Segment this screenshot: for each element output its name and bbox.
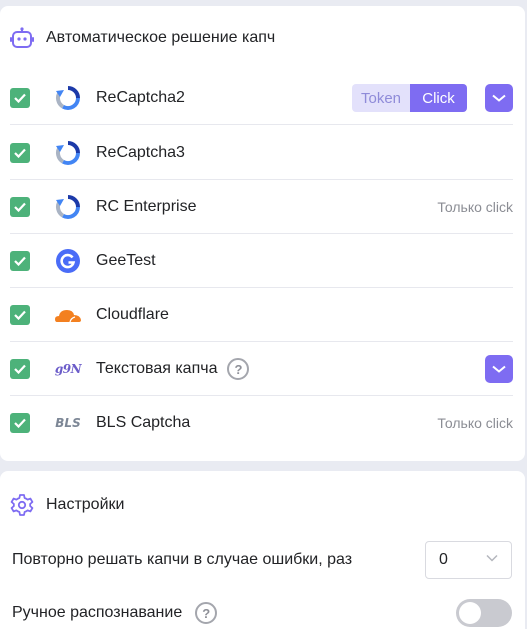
rc-enterprise-checkbox[interactable] (10, 197, 30, 217)
recaptcha-icon (54, 139, 82, 167)
help-icon[interactable]: ? (195, 602, 218, 624)
only-click-note: Только click (437, 415, 513, 431)
chevron-down-icon (492, 365, 506, 373)
captcha-name: Cloudflare (96, 306, 169, 323)
captcha-row-rc-enterprise: RC Enterprise Только click (10, 180, 513, 234)
retry-count-value: 0 (439, 551, 448, 568)
toggle-knob (459, 602, 481, 624)
cloudflare-checkbox[interactable] (10, 305, 30, 325)
geetest-checkbox[interactable] (10, 251, 30, 271)
captcha-row-text-captcha: g9N Текстовая капча ? (10, 342, 513, 396)
bls-icon: BLS (55, 416, 81, 430)
bls-checkbox[interactable] (10, 413, 30, 433)
recaptcha-icon (54, 193, 82, 221)
retry-label: Повторно решать капчи в случае ошибки, р… (12, 551, 353, 568)
expand-button[interactable] (485, 84, 513, 112)
settings-header: Настройки (10, 493, 124, 517)
auto-captcha-title: Автоматическое решение капч (46, 29, 276, 46)
settings-card: Настройки Повторно решать капчи в случае… (0, 471, 525, 629)
geetest-icon (54, 247, 82, 275)
captcha-name: Текстовая капча (96, 360, 218, 377)
captcha-row-cloudflare: Cloudflare (10, 288, 513, 342)
captcha-row-recaptcha3: ReCaptcha3 (10, 126, 513, 180)
recaptcha-icon (54, 84, 82, 112)
recaptcha2-checkbox[interactable] (10, 88, 30, 108)
manual-label: Ручное распознавание (12, 604, 183, 621)
chevron-down-icon (486, 554, 498, 562)
manual-recognition-toggle[interactable] (456, 599, 512, 627)
only-click-note: Только click (437, 199, 513, 215)
captcha-name: ReCaptcha2 (96, 89, 185, 106)
robot-icon (10, 26, 36, 50)
retry-setting: Повторно решать капчи в случае ошибки, р… (12, 541, 512, 579)
captcha-name: BLS Captcha (96, 414, 191, 431)
text-captcha-checkbox[interactable] (10, 359, 30, 379)
expand-button[interactable] (485, 355, 513, 383)
captcha-row-bls: BLS BLS Captcha Только click (10, 396, 513, 450)
auto-captcha-header: Автоматическое решение капч (10, 26, 275, 50)
captcha-row-recaptcha2: ReCaptcha2 Token Click (10, 71, 513, 125)
captcha-name: RC Enterprise (96, 198, 197, 215)
help-icon[interactable]: ? (227, 358, 250, 380)
captcha-row-geetest: GeeTest (10, 234, 513, 288)
recaptcha3-checkbox[interactable] (10, 143, 30, 163)
captcha-name: GeeTest (96, 252, 156, 269)
cloudflare-icon (54, 301, 82, 329)
captcha-name: ReCaptcha3 (96, 144, 185, 161)
gear-icon (10, 493, 36, 517)
chevron-down-icon (492, 94, 506, 102)
mode-token-option[interactable]: Token (352, 84, 410, 112)
auto-captcha-card: Автоматическое решение капч ReCaptcha2 T… (0, 6, 525, 461)
text-captcha-icon: g9N (54, 362, 82, 376)
mode-switch: Token Click (352, 84, 467, 112)
manual-recognition-setting: Ручное распознавание ? (12, 598, 512, 628)
retry-count-select[interactable]: 0 (425, 541, 512, 579)
mode-click-option[interactable]: Click (410, 84, 467, 112)
settings-title: Настройки (46, 496, 125, 513)
